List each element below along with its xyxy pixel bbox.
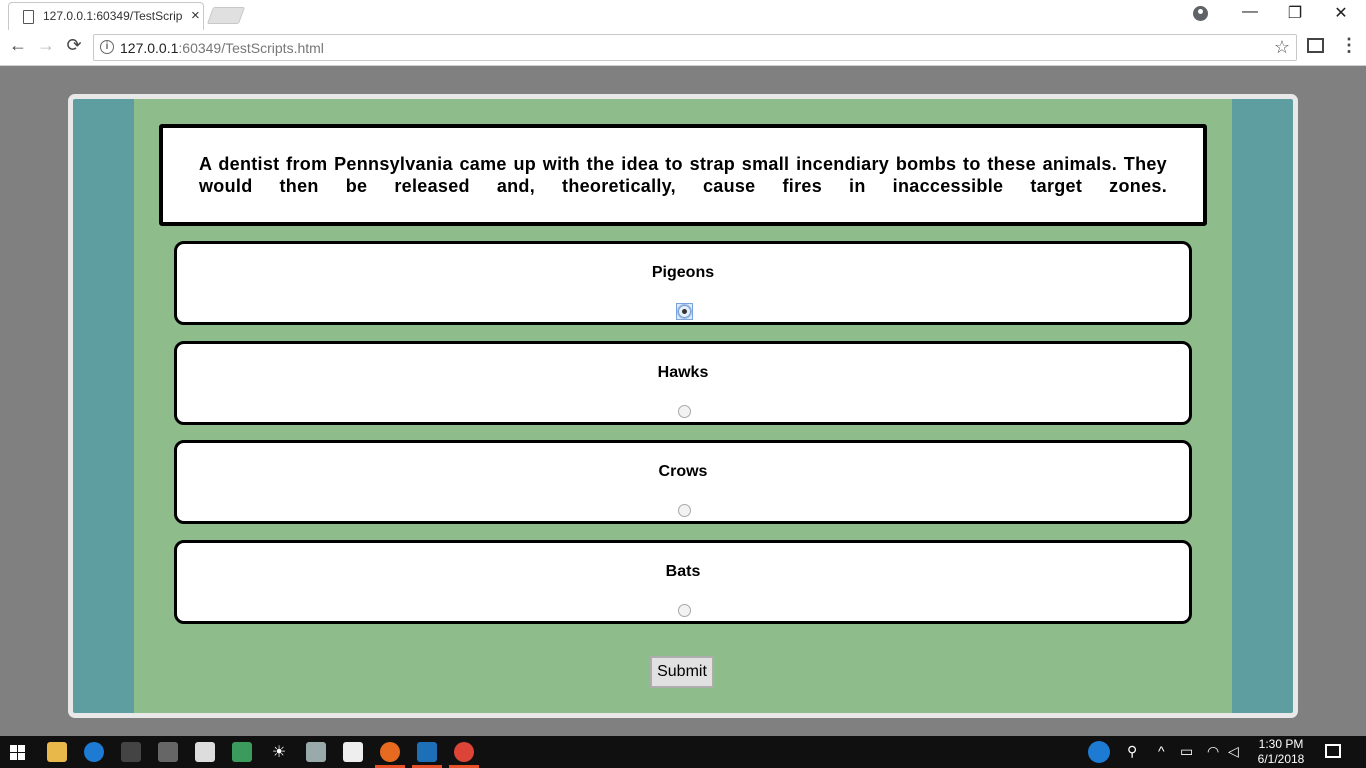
media-icon[interactable] (158, 742, 178, 762)
browser-toolbar: ← → ⟳ i 127.0.0.1:60349/TestScripts.html… (0, 30, 1366, 66)
quiz-panel: A dentist from Pennsylvania came up with… (134, 99, 1232, 713)
document-icon[interactable] (195, 742, 215, 762)
bookmark-star-icon[interactable]: ☆ (1274, 37, 1290, 58)
photos-icon[interactable] (343, 742, 363, 762)
option-card-bats[interactable]: Bats (174, 540, 1192, 624)
forward-icon[interactable]: → (34, 35, 58, 56)
file-explorer-icon[interactable] (47, 742, 67, 762)
printer-icon[interactable] (306, 742, 326, 762)
option-radio-bats[interactable] (678, 604, 691, 617)
maximize-icon[interactable]: ❐ (1272, 3, 1318, 23)
question-text: A dentist from Pennsylvania came up with… (199, 154, 1167, 196)
clock-time[interactable]: 1:30 PM (1251, 737, 1311, 751)
option-label: Hawks (657, 364, 709, 381)
option-radio-crows[interactable] (678, 504, 691, 517)
close-window-icon[interactable]: ✕ (1318, 3, 1364, 23)
page-icon (23, 10, 34, 24)
wifi-icon[interactable]: ◠ (1207, 743, 1219, 760)
reload-icon[interactable]: ⟳ (62, 35, 86, 56)
windows-taskbar: ☀ ⚲ ^ ▭ ◠ ◁ 1:30 PM 6/1/2018 (0, 736, 1366, 768)
address-bar[interactable]: i 127.0.0.1:60349/TestScripts.html ☆ (93, 34, 1297, 61)
option-radio-pigeons[interactable] (677, 304, 692, 319)
profile-icon[interactable] (1193, 6, 1208, 21)
submit-button[interactable]: Submit (650, 656, 714, 688)
windows-start-icon[interactable] (10, 745, 26, 761)
app-icon[interactable] (232, 742, 252, 762)
brightness-icon[interactable]: ☀ (269, 742, 289, 762)
chrome-icon[interactable] (454, 742, 474, 762)
cast-icon[interactable] (1307, 38, 1324, 53)
info-icon[interactable]: i (100, 40, 114, 54)
option-label: Pigeons (651, 264, 715, 281)
minimize-icon[interactable]: — (1227, 3, 1273, 21)
clock-date[interactable]: 6/1/2018 (1251, 752, 1311, 766)
option-label: Crows (658, 463, 708, 480)
browser-tab[interactable]: 127.0.0.1:60349/TestScrip × (8, 2, 204, 30)
page-content: A dentist from Pennsylvania came up with… (0, 67, 1366, 736)
question-box: A dentist from Pennsylvania came up with… (159, 124, 1207, 226)
browser-tabstrip: 127.0.0.1:60349/TestScrip × — ❐ ✕ (0, 0, 1366, 30)
help-icon[interactable] (1088, 741, 1110, 763)
tab-close-icon[interactable]: × (191, 7, 200, 24)
chevron-up-icon[interactable]: ^ (1158, 743, 1165, 759)
url-host: 127.0.0.1 (120, 40, 179, 56)
app-window-icon[interactable] (417, 742, 437, 762)
internet-explorer-icon[interactable] (84, 742, 104, 762)
quiz-frame: A dentist from Pennsylvania came up with… (68, 94, 1298, 718)
url-text[interactable]: 127.0.0.1:60349/TestScripts.html (120, 40, 324, 56)
tab-title: 127.0.0.1:60349/TestScrip (43, 9, 183, 23)
people-icon[interactable]: ⚲ (1127, 743, 1137, 760)
battery-icon[interactable]: ▭ (1180, 743, 1193, 760)
option-card-pigeons[interactable]: Pigeons (174, 241, 1192, 325)
url-path: :60349/TestScripts.html (178, 40, 324, 56)
option-radio-hawks[interactable] (678, 405, 691, 418)
back-icon[interactable]: ← (6, 35, 30, 56)
option-card-hawks[interactable]: Hawks (174, 341, 1192, 425)
option-label: Bats (665, 563, 701, 580)
tool-icon[interactable] (121, 742, 141, 762)
new-tab-button[interactable] (206, 7, 246, 24)
option-card-crows[interactable]: Crows (174, 440, 1192, 524)
firefox-icon[interactable] (380, 742, 400, 762)
notification-icon[interactable] (1325, 744, 1341, 758)
volume-icon[interactable]: ◁ (1228, 743, 1239, 760)
menu-icon[interactable]: ⋮ (1340, 35, 1358, 56)
